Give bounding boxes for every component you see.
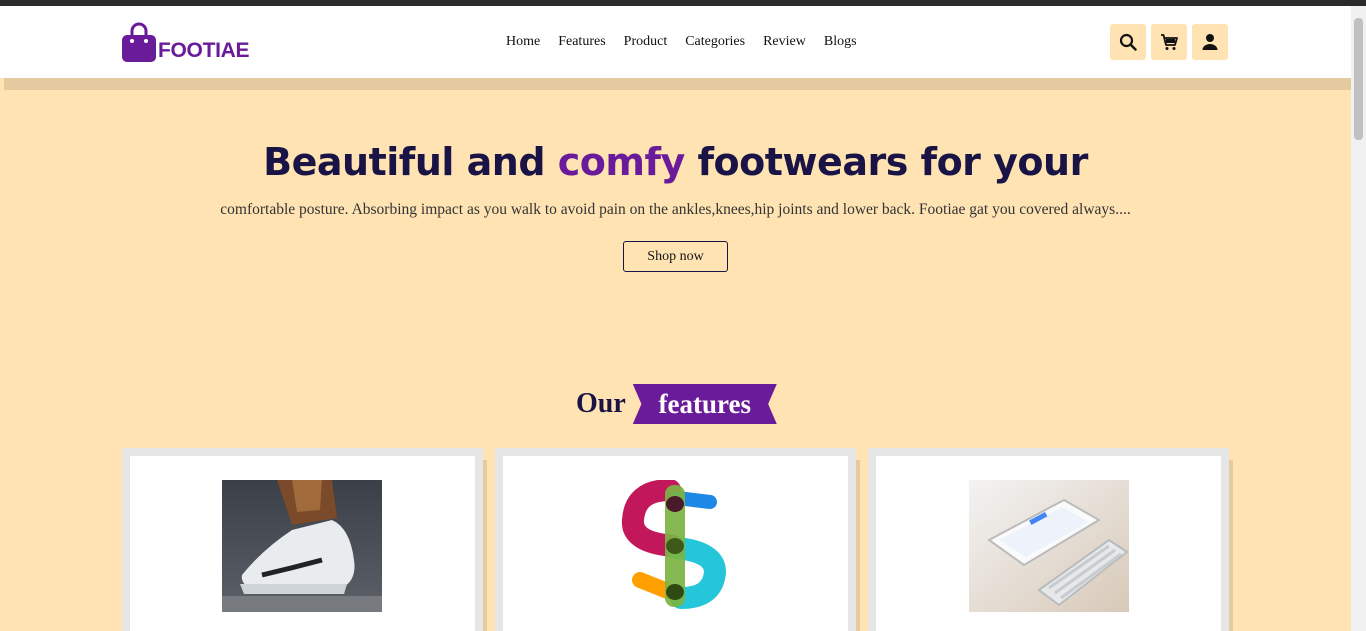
shop-now-button[interactable]: Shop now xyxy=(623,241,728,272)
nav-features[interactable]: Features xyxy=(558,34,605,50)
search-button[interactable] xyxy=(1110,24,1146,60)
brand-name: FOOTIAE xyxy=(158,39,250,62)
cart-icon xyxy=(1161,34,1178,50)
feature-card-body xyxy=(130,456,475,631)
nav-review[interactable]: Review xyxy=(763,34,806,50)
shopping-bag-icon xyxy=(122,22,156,62)
main-nav: Home Features Product Categories Review … xyxy=(506,34,875,50)
hero-subtitle: comfortable posture. Absorbing impact as… xyxy=(220,201,1131,218)
features-ribbon: features xyxy=(632,384,777,424)
feature-card-body xyxy=(876,456,1221,631)
features-heading-prefix: Our xyxy=(576,388,626,419)
dollar-sign-graphic xyxy=(595,480,755,612)
header-divider-strip xyxy=(4,78,1351,90)
sneaker-photo xyxy=(222,480,382,612)
nav-blogs[interactable]: Blogs xyxy=(824,34,857,50)
features-ribbon-label: features xyxy=(658,388,752,419)
card-shadow xyxy=(856,460,860,631)
tablet-keyboard-photo xyxy=(969,480,1129,612)
page-scrollbar[interactable] xyxy=(1351,6,1366,631)
card-shadow xyxy=(1229,460,1233,631)
scrollbar-thumb[interactable] xyxy=(1354,18,1363,140)
hero-title: Beautiful and comfy footwears for your xyxy=(0,140,1351,184)
header-icons xyxy=(1110,24,1228,60)
site-header: FOOTIAE Home Features Product Categories… xyxy=(0,6,1351,78)
feature-card-body xyxy=(503,456,848,631)
cart-button[interactable] xyxy=(1151,24,1187,60)
features-heading: Our features xyxy=(576,384,777,424)
brand-logo[interactable]: FOOTIAE xyxy=(121,22,250,62)
hero-title-part2: footwears for your xyxy=(684,140,1089,184)
search-icon xyxy=(1119,33,1137,51)
feature-card[interactable] xyxy=(122,448,483,631)
feature-card[interactable] xyxy=(868,448,1229,631)
nav-categories[interactable]: Categories xyxy=(685,34,745,50)
hero-title-part1: Beautiful and xyxy=(263,140,558,184)
account-button[interactable] xyxy=(1192,24,1228,60)
feature-card[interactable] xyxy=(495,448,856,631)
hero-title-accent: comfy xyxy=(557,140,686,184)
nav-product[interactable]: Product xyxy=(624,34,668,50)
nav-home[interactable]: Home xyxy=(506,34,540,50)
user-icon xyxy=(1202,34,1218,50)
card-shadow xyxy=(483,460,487,631)
